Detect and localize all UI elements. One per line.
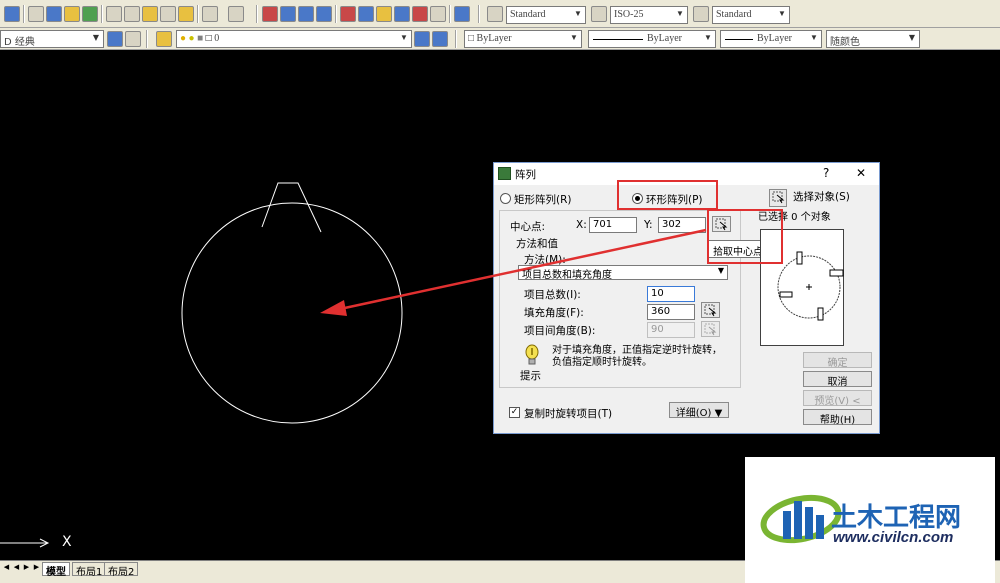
annotation-arrow bbox=[339, 228, 707, 311]
first-tab-icon[interactable]: ◀ bbox=[2, 563, 11, 575]
tab-layout2[interactable]: 布局2 bbox=[104, 562, 139, 578]
tab-model[interactable]: 模型 bbox=[42, 562, 70, 578]
watermark-url: www.civilcn.com bbox=[833, 529, 954, 546]
watermark-logo: 土木工程网 www.civilcn.com bbox=[745, 457, 995, 583]
last-tab-icon[interactable]: ▶ bbox=[32, 563, 41, 575]
next-tab-icon[interactable]: ▶ bbox=[22, 563, 31, 575]
prev-tab-icon[interactable]: ◀ bbox=[12, 563, 21, 575]
arrow-head-icon bbox=[320, 300, 347, 316]
tab-layout1[interactable]: 布局1 bbox=[72, 562, 107, 578]
